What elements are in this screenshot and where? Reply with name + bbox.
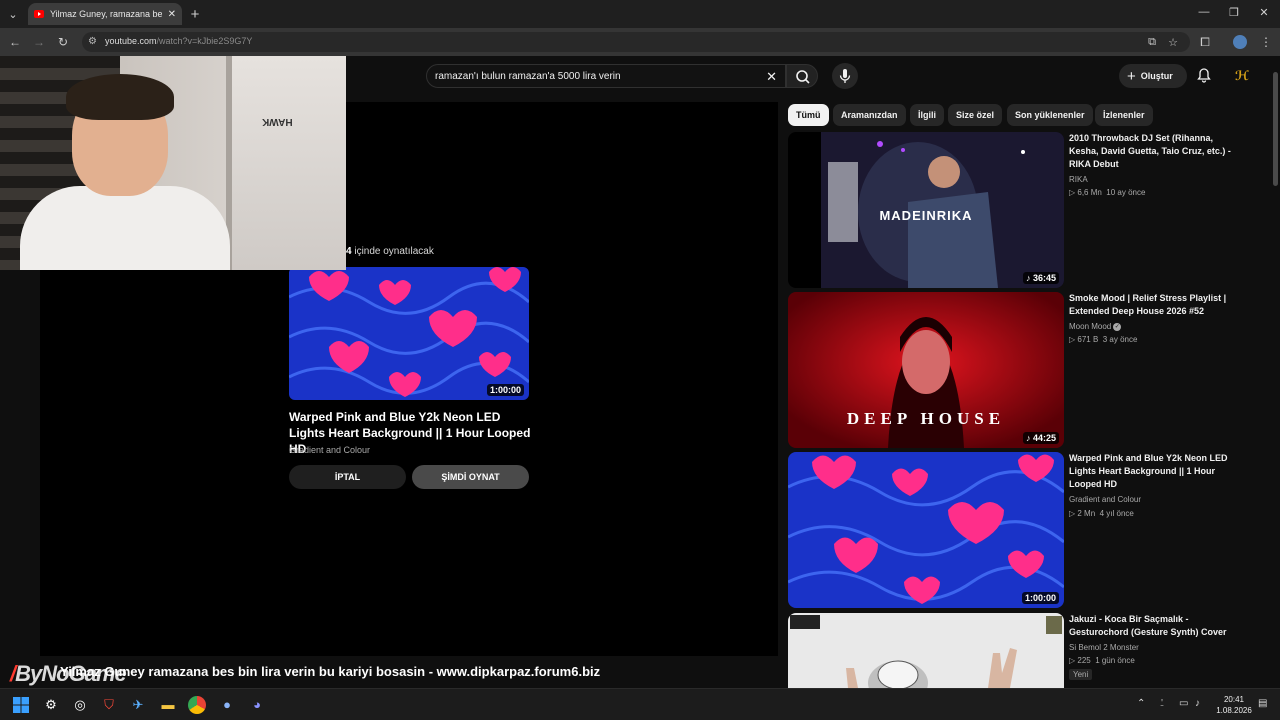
streamer-watermark: /ByNoGame [10, 661, 127, 686]
rec-meta: ▷ 671 B 3 ay önce [1069, 335, 1138, 344]
new-tab-icon[interactable]: + [186, 5, 204, 23]
thumb-text: DEEP HOUSE [847, 409, 1005, 428]
windows-taskbar: ⚙ ◎ ⛉ ✈ ▬ ● ◕ ⌃ ⍘ ▭ ♪ 20:41 1.08.2026 ▤ [0, 688, 1280, 720]
tray-overflow-icon[interactable]: ⌃ [1137, 698, 1145, 709]
heart-pattern-thumbnail [788, 452, 1064, 608]
search-button[interactable] [786, 64, 818, 88]
dj-set-thumbnail: MADEINRIKA [788, 132, 1064, 288]
obs-icon[interactable]: ◎ [71, 696, 89, 714]
bookmark-star-icon[interactable]: ☆ [1168, 36, 1178, 49]
install-app-icon[interactable]: ⧉ [1148, 36, 1156, 49]
search-input[interactable]: ramazan'ı bulun ramazan'a 5000 lira veri… [426, 64, 786, 88]
new-badge: Yeni [1069, 669, 1093, 680]
forward-icon[interactable]: → [31, 34, 47, 50]
back-icon[interactable]: ← [7, 34, 23, 50]
file-explorer-icon[interactable]: ▬ [159, 696, 177, 714]
cancel-button[interactable]: İPTAL [289, 465, 406, 489]
chair-brand-label: HAWK [262, 116, 293, 127]
microphone-icon [839, 69, 851, 83]
windows-start-icon[interactable] [12, 696, 30, 714]
create-button[interactable]: + Oluştur [1119, 64, 1187, 88]
settings-gear-icon[interactable]: ⚙ [42, 696, 60, 714]
steam-icon[interactable]: ✈ [129, 696, 147, 714]
chip-all[interactable]: Tümü [788, 104, 829, 126]
webcam-overlay: HAWK [0, 56, 346, 270]
reload-icon[interactable]: ↻ [55, 34, 71, 50]
notification-center-icon[interactable]: ▤ [1258, 698, 1267, 709]
duration-badge: ♪ 44:25 [1022, 432, 1059, 444]
youtube-favicon-icon [34, 10, 44, 18]
account-avatar[interactable]: ℋ [1234, 68, 1250, 84]
clock-date: 1.08.2026 [1216, 706, 1252, 715]
rec-channel[interactable]: Moon Mood ✓ [1069, 322, 1122, 331]
volume-icon[interactable]: ♪ [1195, 698, 1200, 709]
rec-thumbnail[interactable]: MADEINRIKA ♪ 36:45 [788, 132, 1064, 288]
heart-pattern-thumbnail [289, 267, 529, 400]
upnext-channel[interactable]: Gradient and Colour [289, 445, 370, 455]
chrome-icon[interactable] [188, 696, 206, 714]
tab-search-icon[interactable]: ⌄ [4, 5, 22, 23]
chip-watched[interactable]: İzlenenler [1095, 104, 1153, 126]
brave-icon[interactable]: ⛉ [100, 696, 118, 714]
rec-thumbnail[interactable]: DEEP HOUSE ♪ 44:25 [788, 292, 1064, 448]
network-icon[interactable]: ▭ [1179, 698, 1188, 709]
chip-recently-uploaded[interactable]: Son yüklenenler [1007, 104, 1093, 126]
stream-ticker-text: Yilmaz Guney ramazana bes bin lira verin… [60, 664, 601, 679]
rec-meta: ▷ 225 1 gün önce [1069, 656, 1135, 665]
chip-for-you[interactable]: Size özel [948, 104, 1003, 126]
discord-icon[interactable]: ◕ [248, 696, 266, 714]
rec-channel[interactable]: Si Bemol 2 Monster [1069, 643, 1139, 652]
autoplay-countdown: 4 içinde oynatılacak [346, 246, 434, 257]
address-bar[interactable]: ⚙ youtube.com/watch?v=kJbie2S9G7Y ⧉ ☆ [82, 32, 1190, 52]
profile-avatar-icon[interactable] [1233, 35, 1247, 49]
url-text: youtube.com/watch?v=kJbie2S9G7Y [105, 36, 253, 46]
search-icon [796, 70, 810, 84]
voice-search-button[interactable] [832, 63, 858, 89]
chromium-icon[interactable]: ● [218, 696, 236, 714]
clock-time: 20:41 [1223, 695, 1245, 704]
deep-house-thumbnail: DEEP HOUSE [788, 292, 1064, 448]
taskbar-clock[interactable]: 20:41 1.08.2026 [1212, 694, 1256, 716]
upnext-thumbnail[interactable]: 1:00:00 [289, 267, 529, 400]
duration-badge: 1:00:00 [486, 384, 524, 396]
rec-meta: ▷ 6,6 Mn 10 ay önce [1069, 188, 1146, 197]
verified-icon: ✓ [1113, 322, 1122, 331]
page-scrollbar[interactable] [1270, 60, 1280, 688]
chip-from-search[interactable]: Aramanızdan [833, 104, 906, 126]
rec-meta: ▷ 2 Mn 4 yıl önce [1069, 509, 1134, 518]
rec-title[interactable]: Smoke Mood | Relief Stress Playlist | Ex… [1069, 292, 1239, 318]
rec-channel[interactable]: RIKA [1069, 175, 1088, 184]
rec-title[interactable]: 2010 Throwback DJ Set (Rihanna, Kesha, D… [1069, 132, 1239, 171]
tab-title: Yilmaz Guney, ramazana bes bin lira veri… [50, 9, 162, 19]
minimize-icon[interactable]: — [1196, 6, 1212, 18]
browser-tab[interactable]: Yilmaz Guney, ramazana bes bin lira veri… [28, 3, 182, 25]
window-close-icon[interactable]: ✕ [1256, 6, 1272, 19]
notifications-bell-icon[interactable] [1196, 67, 1212, 83]
rec-title[interactable]: Jakuzi - Koca Bir Saçmalık - Gesturochor… [1069, 613, 1239, 639]
thumb-text: MADEINRIKA [879, 208, 972, 223]
scrollbar-thumb[interactable] [1273, 72, 1278, 186]
maximize-icon[interactable]: ❐ [1226, 6, 1242, 19]
plus-icon: + [1127, 67, 1136, 85]
browser-toolbar: ← → ↻ ⚙ youtube.com/watch?v=kJbie2S9G7Y … [0, 28, 1280, 56]
browser-tab-bar: ⌄ Yilmaz Guney, ramazana bes bin lira ve… [0, 0, 1280, 28]
browser-menu-icon[interactable]: ⋮ [1258, 34, 1274, 50]
rec-thumbnail[interactable] [788, 613, 1064, 688]
jakuzi-cover-thumbnail [788, 613, 1064, 688]
rec-thumbnail[interactable]: 1:00:00 [788, 452, 1064, 608]
tab-close-icon[interactable]: ✕ [168, 9, 176, 20]
duration-badge: 1:00:00 [1021, 592, 1059, 604]
clear-search-icon[interactable]: ✕ [766, 69, 777, 85]
play-now-button[interactable]: ŞİMDİ OYNAT [412, 465, 529, 489]
duration-badge: ♪ 36:45 [1022, 272, 1059, 284]
tray-mic-icon[interactable]: ⍘ [1159, 698, 1165, 709]
chip-related[interactable]: İlgili [910, 104, 944, 126]
rec-title[interactable]: Warped Pink and Blue Y2k Neon LED Lights… [1069, 452, 1239, 491]
extensions-icon[interactable]: ⧠ [1197, 34, 1213, 50]
search-query: ramazan'ı bulun ramazan'a 5000 lira veri… [435, 71, 621, 82]
create-label: Oluştur [1140, 71, 1173, 81]
site-info-icon[interactable]: ⚙ [88, 36, 100, 48]
rec-channel[interactable]: Gradient and Colour [1069, 495, 1141, 504]
